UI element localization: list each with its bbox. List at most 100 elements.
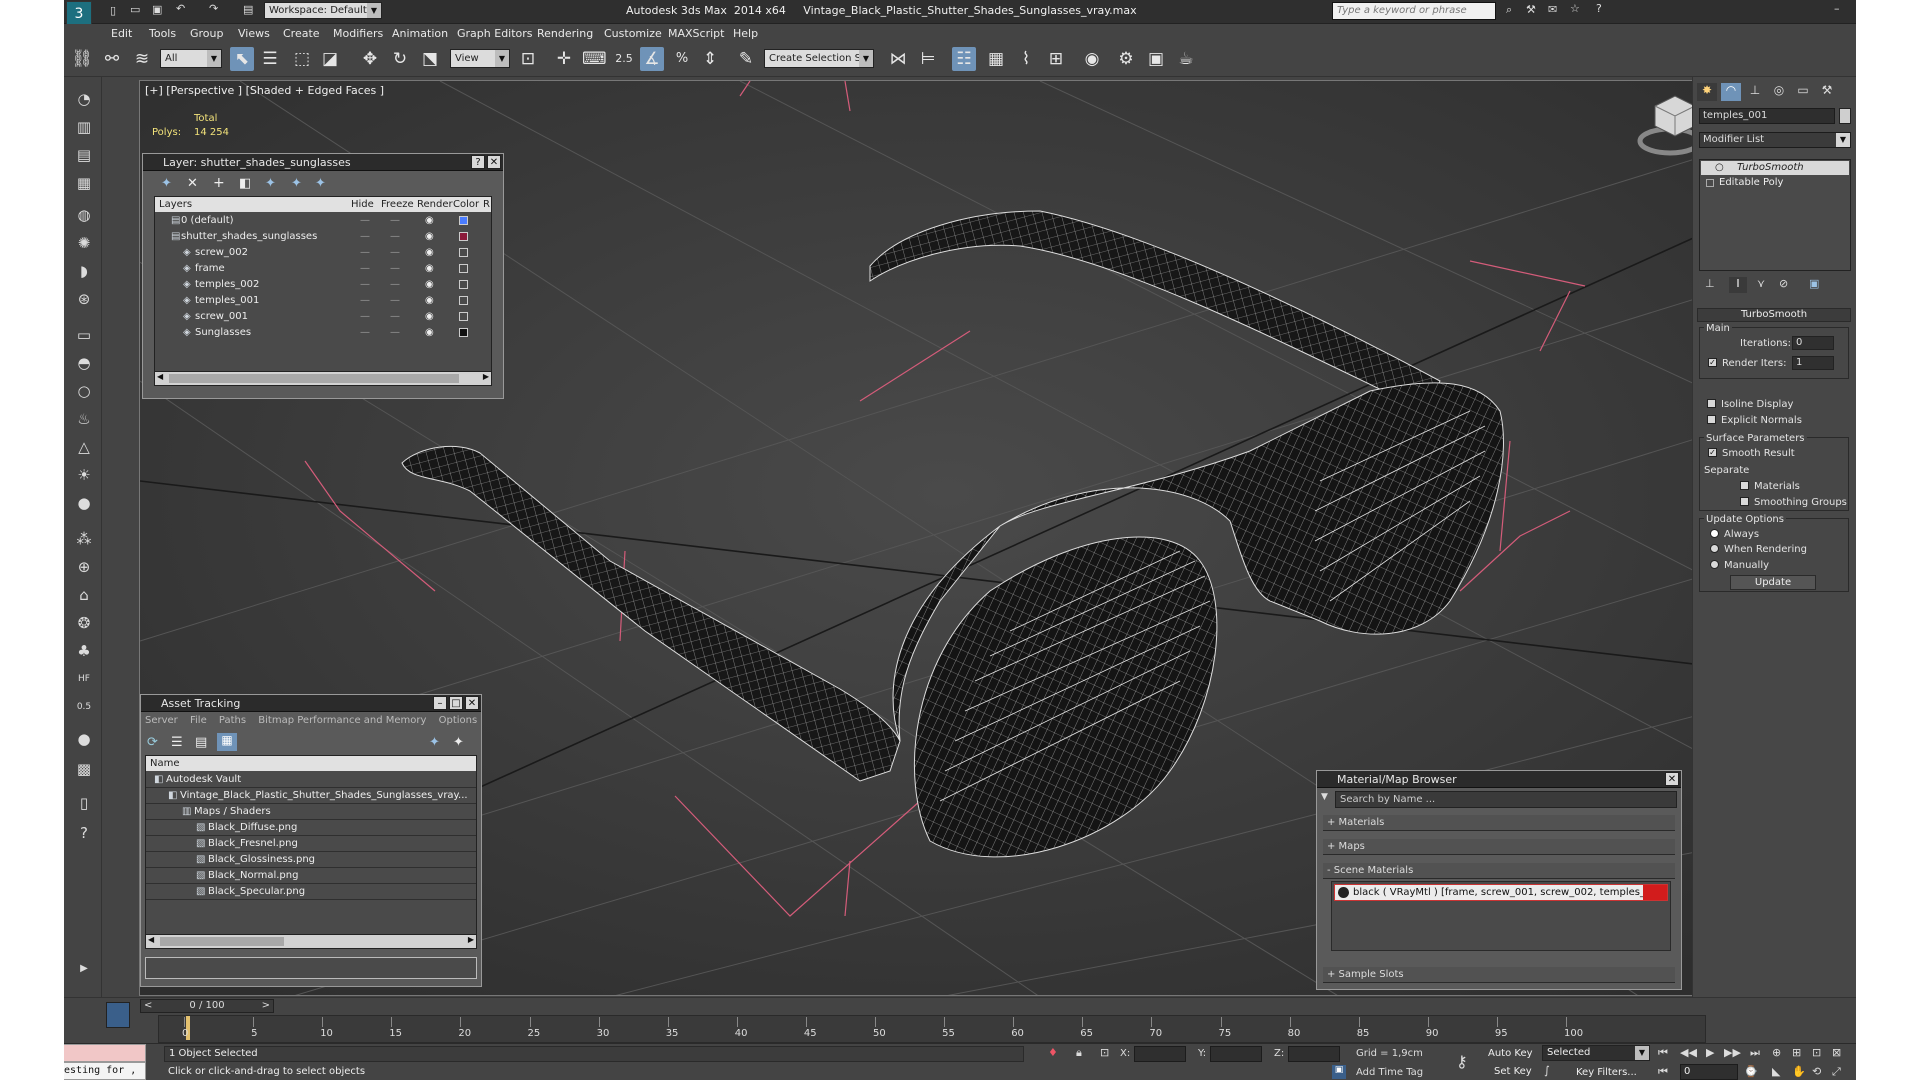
- align-icon[interactable]: ⊨: [916, 47, 940, 71]
- asset-window-close-button[interactable]: ✕: [465, 696, 479, 710]
- display-tab-icon[interactable]: ▭: [1793, 83, 1813, 101]
- select-object-icon[interactable]: ⬉: [230, 47, 254, 71]
- freeze-toggle-icon[interactable]: —: [390, 277, 400, 293]
- z-coordinate-field[interactable]: [1288, 1046, 1340, 1062]
- schematic-view-icon[interactable]: ⊞: [1044, 47, 1068, 71]
- light-bulb-icon[interactable]: ○: [1715, 161, 1724, 175]
- menu-modifiers[interactable]: Modifiers: [333, 27, 383, 40]
- column-radiosity[interactable]: R: [483, 197, 490, 212]
- menu-tools[interactable]: Tools: [149, 27, 176, 40]
- rendered-frame-window-icon[interactable]: ▣: [1144, 47, 1168, 71]
- set-key-icon[interactable]: ⚷: [1456, 1052, 1468, 1071]
- scroll-thumb[interactable]: [169, 374, 459, 383]
- hide-toggle-icon[interactable]: —: [360, 245, 370, 261]
- vray-physical-camera-icon[interactable]: ◗: [72, 259, 96, 283]
- key-mode-toggle-icon[interactable]: ⏮: [1658, 1065, 1668, 1079]
- utilities-tab-icon[interactable]: ⚒: [1817, 83, 1837, 101]
- percent-snap-icon[interactable]: %: [670, 47, 694, 71]
- layer-color-swatch[interactable]: [459, 296, 468, 305]
- render-toggle-icon[interactable]: ◉: [425, 277, 434, 293]
- asset-row[interactable]: ▧ Black_Fresnel.png: [146, 836, 476, 852]
- link-icon[interactable]: ⛓: [70, 47, 94, 71]
- layer-row[interactable]: ◈ Sunglasses — — ◉: [155, 325, 491, 341]
- turbosmooth-rollout-header[interactable]: TurboSmooth: [1697, 308, 1851, 322]
- layer-row[interactable]: ◈ frame — — ◉: [155, 261, 491, 277]
- isoline-display-checkbox[interactable]: [1707, 399, 1716, 408]
- asset-row[interactable]: ◧ Vintage_Black_Plastic_Shutter_Shades_Su…: [146, 788, 476, 804]
- menu-help[interactable]: Help: [733, 27, 758, 40]
- hide-all-layers-icon[interactable]: ✦: [291, 176, 302, 191]
- scale-icon[interactable]: ⬔: [418, 47, 442, 71]
- environment-fog-icon[interactable]: ❂: [72, 611, 96, 635]
- iterations-spinner[interactable]: 0: [1792, 336, 1834, 350]
- add-to-layer-icon[interactable]: +: [213, 175, 225, 191]
- keyboard-shortcut-icon[interactable]: ⌨: [582, 47, 607, 71]
- current-frame-field[interactable]: 0: [1680, 1064, 1738, 1080]
- column-layers[interactable]: Layers: [159, 197, 192, 212]
- freeze-toggle-icon[interactable]: —: [390, 309, 400, 325]
- asset-menu-file[interactable]: File: [190, 715, 207, 726]
- time-configuration-icon[interactable]: ⌚: [1744, 1065, 1758, 1078]
- mini-curve-editor-toggle[interactable]: [106, 1002, 130, 1028]
- help-icon[interactable]: ?: [1596, 2, 1602, 15]
- manually-radio[interactable]: [1710, 560, 1719, 569]
- column-name[interactable]: Name: [150, 756, 180, 771]
- asset-row[interactable]: ▧ Black_Normal.png: [146, 868, 476, 884]
- hide-toggle-icon[interactable]: —: [360, 309, 370, 325]
- vray-light-icon[interactable]: ✺: [72, 231, 96, 255]
- pivot-center-icon[interactable]: ⊡: [516, 47, 540, 71]
- asset-row[interactable]: ▧ Black_Specular.png: [146, 884, 476, 900]
- asset-menu-options[interactable]: Options: [439, 715, 478, 726]
- vray-proxy-icon[interactable]: ▦: [72, 171, 96, 195]
- render-iters-spinner[interactable]: 1: [1792, 356, 1834, 370]
- freeze-toggle-icon[interactable]: —: [390, 261, 400, 277]
- y-coordinate-field[interactable]: [1210, 1046, 1262, 1062]
- detail-view-icon[interactable]: ▤: [195, 735, 207, 750]
- asset-window-title-bar[interactable]: Asset Tracking: [141, 695, 481, 712]
- freeze-all-layers-icon[interactable]: ✦: [315, 176, 326, 191]
- stack-item-turbosmooth[interactable]: ○ TurboSmooth: [1701, 161, 1849, 175]
- spinner-snap-icon[interactable]: ⇕: [698, 47, 722, 71]
- batch-render-icon[interactable]: ▩: [72, 757, 96, 781]
- unlink-icon[interactable]: ⚯: [100, 47, 124, 71]
- asset-tree-hscrollbar[interactable]: ◀ ▶: [146, 934, 476, 948]
- ies-light-icon[interactable]: ♨: [72, 407, 96, 431]
- freeze-toggle-icon[interactable]: —: [390, 293, 400, 309]
- angle-snap-icon[interactable]: ∡: [640, 47, 664, 71]
- grass-icon[interactable]: ♣: [72, 639, 96, 663]
- layer-color-swatch[interactable]: [459, 312, 468, 321]
- key-mode-icon[interactable]: ∫: [1544, 1064, 1550, 1077]
- create-layer-icon[interactable]: ✦: [161, 176, 172, 191]
- field-of-view-icon[interactable]: ◣: [1772, 1065, 1780, 1078]
- hide-toggle-icon[interactable]: —: [360, 213, 370, 229]
- selection-lock-icon[interactable]: 🔒︎: [1076, 1046, 1082, 1060]
- named-selection-sets-dropdown[interactable]: Create Selection Se ▼: [764, 49, 874, 68]
- spot-light-icon[interactable]: △: [72, 435, 96, 459]
- hide-toggle-icon[interactable]: —: [360, 229, 370, 245]
- create-tab-icon[interactable]: ✸: [1697, 83, 1717, 101]
- hierarchy-tab-icon[interactable]: ⊥: [1745, 83, 1765, 101]
- smoothing-groups-checkbox[interactable]: [1740, 497, 1749, 506]
- always-radio[interactable]: [1710, 529, 1719, 538]
- pan-view-icon[interactable]: ✋: [1792, 1065, 1806, 1078]
- communication-icon[interactable]: ✉: [1548, 3, 1557, 16]
- absolute-mode-icon[interactable]: ⊡: [1100, 1046, 1109, 1059]
- column-render[interactable]: Render: [417, 197, 453, 212]
- menu-group[interactable]: Group: [190, 27, 224, 40]
- hide-toggle-icon[interactable]: —: [360, 277, 370, 293]
- bind-space-warp-icon[interactable]: ≋: [130, 47, 154, 71]
- refresh-icon[interactable]: ⟳: [147, 735, 158, 750]
- asset-row[interactable]: ▥ Maps / Shaders: [146, 804, 476, 820]
- fur-icon[interactable]: ⁂: [72, 527, 96, 551]
- undo-icon[interactable]: ↶: [176, 2, 185, 15]
- layer-row[interactable]: ▤ shutter_shades_sunglasses — — ◉: [155, 229, 491, 245]
- browser-options-icon[interactable]: ▼: [1321, 792, 1328, 802]
- maxscript-listener-box[interactable]: [64, 1044, 146, 1062]
- scroll-right-arrow-icon[interactable]: ▶: [468, 935, 474, 944]
- vault-login-icon[interactable]: ✦: [429, 735, 440, 750]
- scroll-left-arrow-icon[interactable]: ◀: [148, 935, 154, 944]
- play-icon[interactable]: ▶: [1706, 1046, 1714, 1059]
- render-toggle-icon[interactable]: ◉: [425, 245, 434, 261]
- hide-toggle-icon[interactable]: —: [360, 261, 370, 277]
- column-hide[interactable]: Hide: [351, 197, 374, 212]
